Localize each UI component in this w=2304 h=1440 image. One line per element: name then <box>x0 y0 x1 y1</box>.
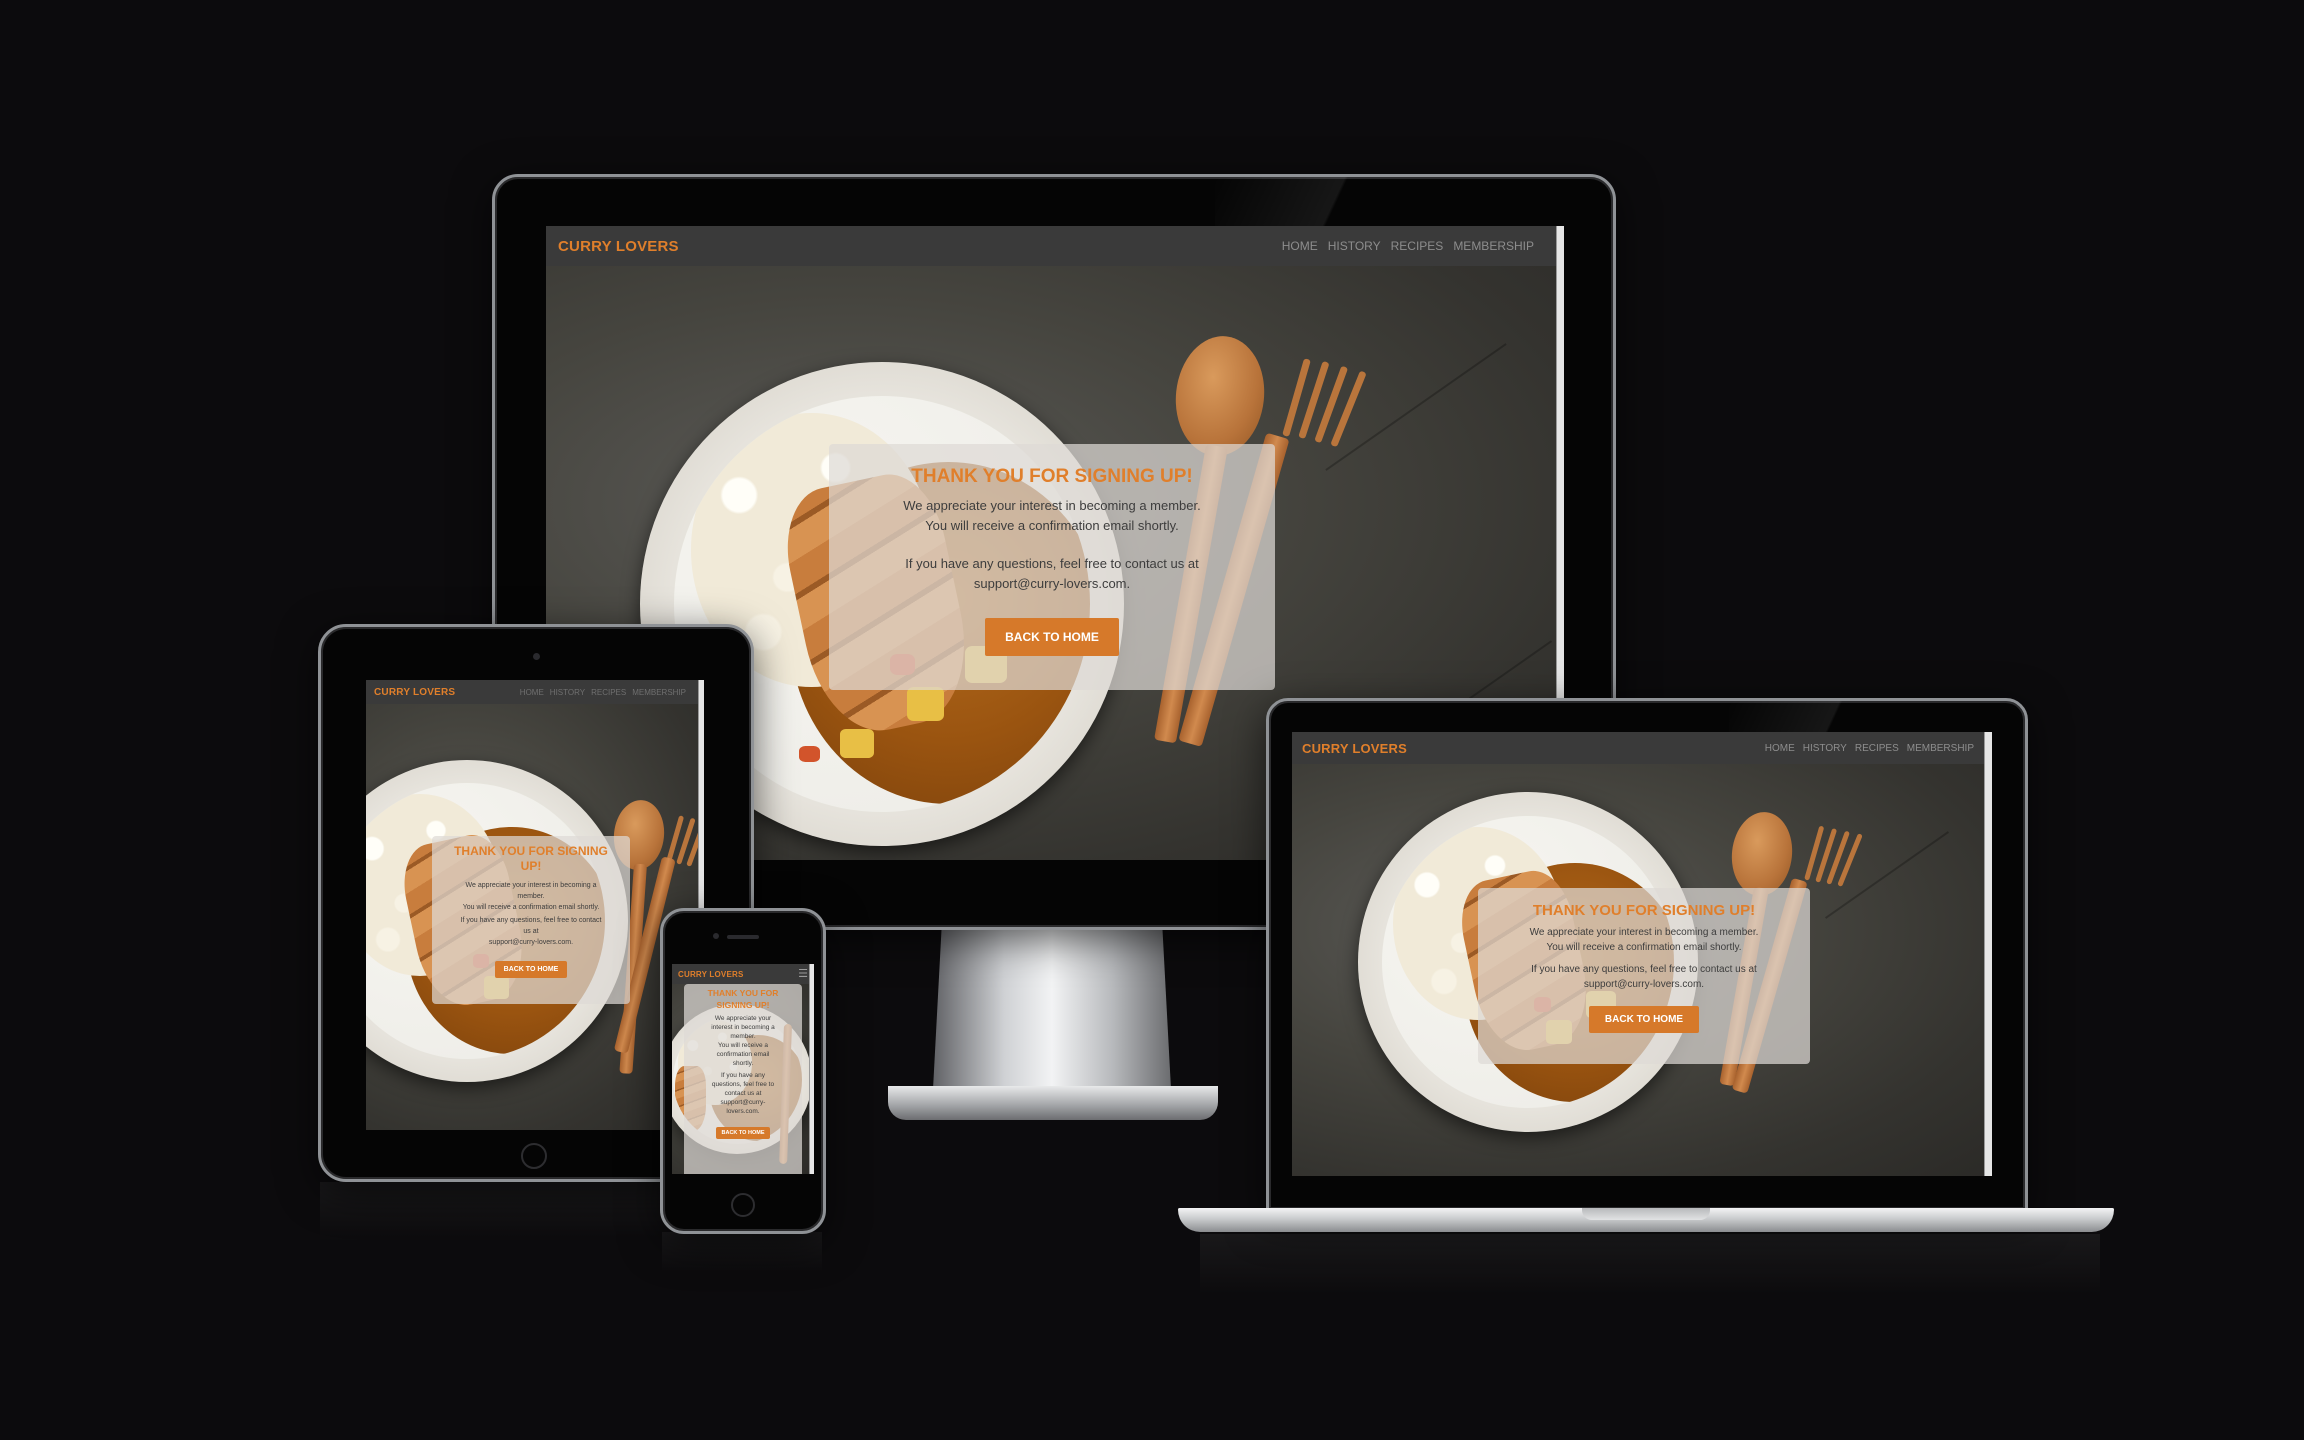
card-text-line3: If you have any questions, feel free to … <box>460 917 602 924</box>
card-text-l11: lovers.com. <box>726 1108 760 1115</box>
nav-links: HOME HISTORY RECIPES MEMBERSHIP <box>520 688 686 697</box>
signup-confirmation-card: THANK YOU FOR SIGNING UP! We appreciate … <box>829 444 1275 690</box>
card-title-cont: SIGNING UP! <box>716 1000 770 1010</box>
card-text-line1: We appreciate your interest in becoming … <box>903 498 1201 513</box>
nav-home[interactable]: HOME <box>520 688 544 697</box>
nav-membership[interactable]: MEMBERSHIP <box>1453 239 1534 253</box>
nav-recipes[interactable]: RECIPES <box>591 688 626 697</box>
navbar: CURRY LOVERS HOME HISTORY RECIPES MEMBER… <box>366 680 704 704</box>
card-text-l8: questions, feel free to <box>711 1081 775 1088</box>
card-text-line2: You will receive a confirmation email sh… <box>1546 942 1742 953</box>
card-text-line3-cont: us at <box>523 928 539 935</box>
phone-home-button-icon[interactable] <box>731 1193 755 1217</box>
card-email: support@curry-lovers.com. <box>488 939 574 946</box>
monitor-stand-neck <box>932 928 1172 1108</box>
tablet-screen: CURRY LOVERS HOME HISTORY RECIPES MEMBER… <box>366 680 704 1130</box>
signup-confirmation-card: THANK YOU FOR SIGNING UP! We appreciate … <box>1478 888 1810 1064</box>
card-text-l10: support@curry- <box>720 1099 766 1106</box>
navbar: CURRY LOVERS HOME HISTORY RECIPES MEMBER… <box>1292 732 1992 764</box>
phone-speaker-icon <box>727 935 759 939</box>
tablet-home-button-icon[interactable] <box>521 1143 547 1169</box>
card-text-line1: We appreciate your interest in becoming … <box>1529 927 1759 938</box>
laptop-notch <box>1582 1208 1710 1220</box>
card-text-line2: You will receive a confirmation email sh… <box>925 518 1179 533</box>
nav-history[interactable]: HISTORY <box>1328 239 1381 253</box>
back-to-home-button[interactable]: BACK TO HOME <box>985 618 1119 656</box>
card-text-l3: member. <box>730 1033 756 1040</box>
nav-home[interactable]: HOME <box>1765 743 1795 754</box>
brand-logo[interactable]: CURRY LOVERS <box>374 687 455 698</box>
phone-camera-icon <box>713 933 719 939</box>
card-text-l4: You will receive a <box>718 1042 768 1049</box>
nav-membership[interactable]: MEMBERSHIP <box>1907 743 1974 754</box>
card-email: support@curry-lovers.com. <box>973 576 1131 591</box>
nav-links: HOME HISTORY RECIPES MEMBERSHIP <box>1282 239 1534 253</box>
monitor-stand-foot <box>888 1086 1218 1120</box>
nav-recipes[interactable]: RECIPES <box>1855 743 1899 754</box>
signup-confirmation-card: THANK YOU FOR SIGNING UP! We appreciate … <box>684 984 802 1174</box>
brand-logo[interactable]: CURRY LOVERS <box>1302 741 1407 756</box>
navbar: CURRY LOVERS ☰ <box>672 964 814 984</box>
navbar: CURRY LOVERS HOME HISTORY RECIPES MEMBER… <box>546 226 1564 266</box>
card-text-l9: contact us at <box>724 1090 762 1097</box>
nav-membership[interactable]: MEMBERSHIP <box>632 688 686 697</box>
back-to-home-button[interactable]: BACK TO HOME <box>494 961 568 978</box>
card-text-l6: shortly. <box>732 1060 754 1067</box>
card-text-line3: If you have any questions, feel free to … <box>905 556 1199 571</box>
card-text-l2: interest in becoming a <box>711 1024 775 1031</box>
signup-confirmation-card: THANK YOU FOR SIGNING UP! We appreciate … <box>432 836 630 1004</box>
phone-screen: CURRY LOVERS ☰ THANK YOU FOR SIGNING UP!… <box>672 964 814 1174</box>
nav-history[interactable]: HISTORY <box>550 688 585 697</box>
nav-home[interactable]: HOME <box>1282 239 1318 253</box>
card-text-line3: If you have any questions, feel free to … <box>1531 964 1757 975</box>
card-email: support@curry-lovers.com. <box>1583 979 1705 990</box>
hamburger-menu-icon[interactable]: ☰ <box>798 969 808 980</box>
back-to-home-button[interactable]: BACK TO HOME <box>715 1127 771 1139</box>
card-title: THANK YOU FOR <box>707 988 779 998</box>
card-title: THANK YOU FOR SIGNING UP! <box>911 466 1193 487</box>
card-text-line2: You will receive a confirmation email sh… <box>462 904 600 911</box>
nav-recipes[interactable]: RECIPES <box>1391 239 1444 253</box>
back-to-home-button[interactable]: BACK TO HOME <box>1588 1006 1700 1033</box>
brand-logo[interactable]: CURRY LOVERS <box>678 970 744 979</box>
card-title-cont: UP! <box>520 859 542 873</box>
brand-logo[interactable]: CURRY LOVERS <box>558 238 679 255</box>
scrollbar[interactable] <box>1984 732 1992 1176</box>
card-title: THANK YOU FOR SIGNING UP! <box>1532 902 1756 919</box>
scrollbar[interactable] <box>809 964 814 1174</box>
card-text-l7: If you have any <box>720 1072 766 1079</box>
card-text-l5: confirmation email <box>716 1051 770 1058</box>
card-title: THANK YOU FOR SIGNING <box>454 844 608 858</box>
laptop-screen: CURRY LOVERS HOME HISTORY RECIPES MEMBER… <box>1292 732 1992 1176</box>
nav-history[interactable]: HISTORY <box>1803 743 1847 754</box>
card-text-line1-cont: member. <box>517 893 545 900</box>
card-text-l1: We appreciate your <box>714 1015 772 1022</box>
tablet-camera-icon <box>533 653 540 660</box>
nav-links: HOME HISTORY RECIPES MEMBERSHIP <box>1765 743 1974 754</box>
card-text-line1: We appreciate your interest in becoming … <box>465 882 597 889</box>
